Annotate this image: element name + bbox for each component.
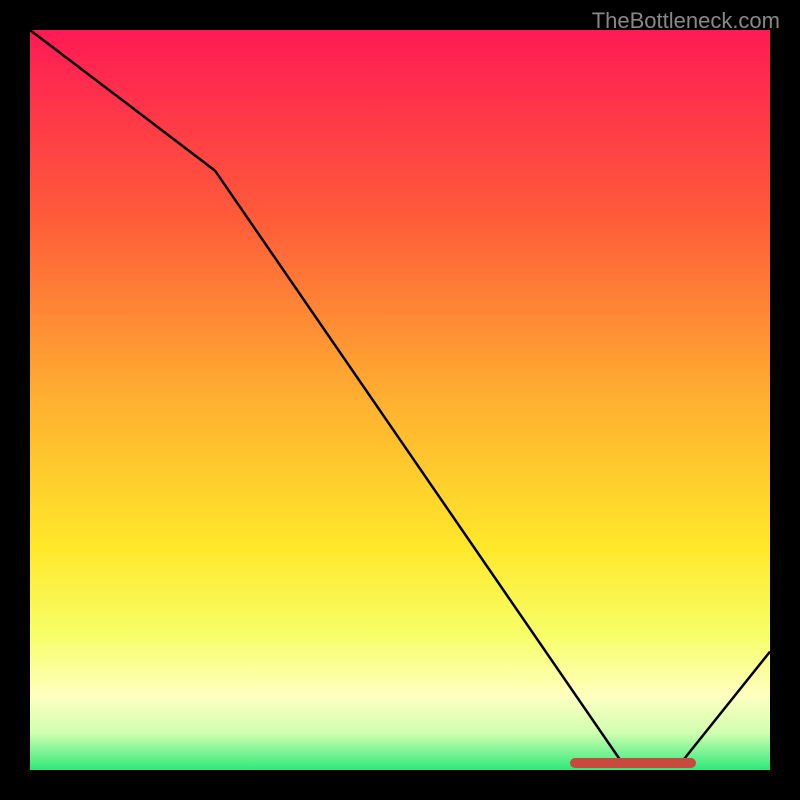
plot-area: [30, 30, 770, 770]
curve-layer: [30, 30, 770, 770]
optimal-marker: [570, 758, 696, 768]
bottleneck-curve: [30, 30, 770, 763]
